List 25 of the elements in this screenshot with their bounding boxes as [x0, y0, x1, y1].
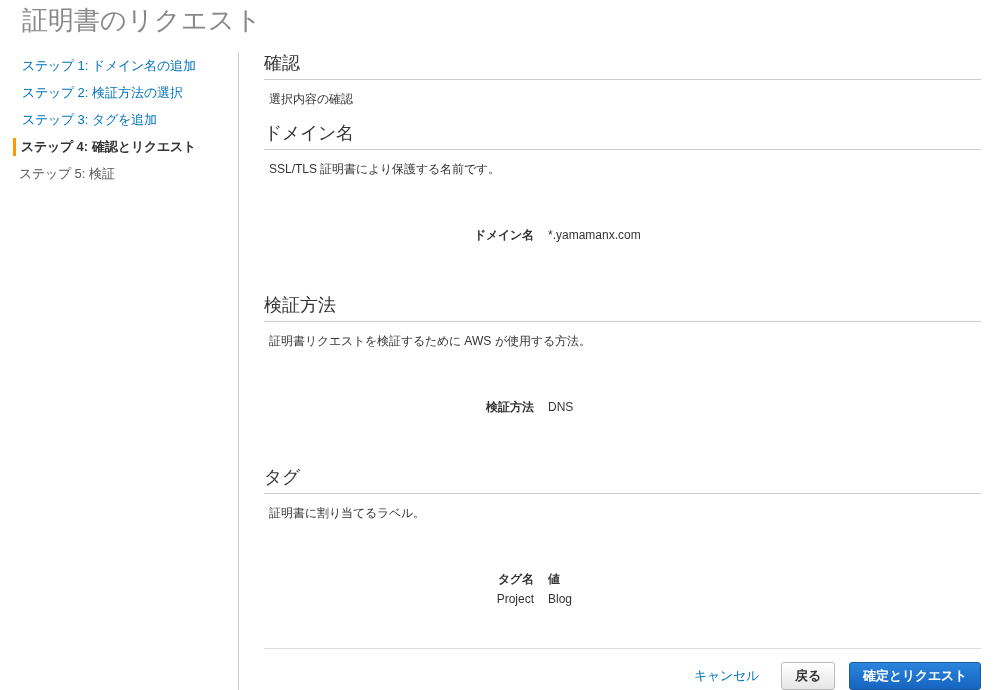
field-label: ドメイン名 — [473, 227, 534, 244]
back-button[interactable]: 戻る — [781, 662, 835, 690]
section-description: 証明書リクエストを検証するために AWS が使用する方法。 — [268, 333, 592, 350]
table-cell-text: Blog — [548, 591, 573, 608]
table-cell-text: Project — [495, 591, 534, 608]
step-link[interactable]: ステップ 3: タグを追加 — [0, 111, 238, 129]
submit-button[interactable]: 確定とリクエスト — [849, 662, 981, 690]
column-header: 値 — [548, 571, 560, 588]
cancel-link[interactable]: キャンセル — [694, 666, 759, 686]
section-description: 証明書に割り当てるラベル。 — [268, 505, 426, 522]
step-link[interactable]: ステップ 4: 確認とリクエスト — [13, 138, 238, 156]
section-heading: 検証方法 — [264, 294, 981, 322]
section-description: 選択内容の確認 — [268, 91, 354, 108]
section-heading: タグ — [264, 466, 981, 494]
section-heading: ドメイン名 — [264, 122, 981, 150]
section-heading: 確認 — [264, 52, 981, 80]
step-link[interactable]: ステップ 1: ドメイン名の追加 — [0, 57, 238, 75]
section-description: SSL/TLS 証明書により保護する名前です。 — [268, 161, 502, 178]
field-value: *.yamamanx.com — [548, 227, 641, 244]
column-header: タグ名 — [497, 571, 534, 588]
page-title: 証明書のリクエスト — [22, 4, 262, 36]
step-link[interactable]: ステップ 5: 検証 — [0, 165, 238, 183]
field-label: 検証方法 — [485, 399, 534, 416]
step-link[interactable]: ステップ 2: 検証方法の選択 — [0, 84, 238, 102]
field-value: DNS — [548, 399, 574, 416]
